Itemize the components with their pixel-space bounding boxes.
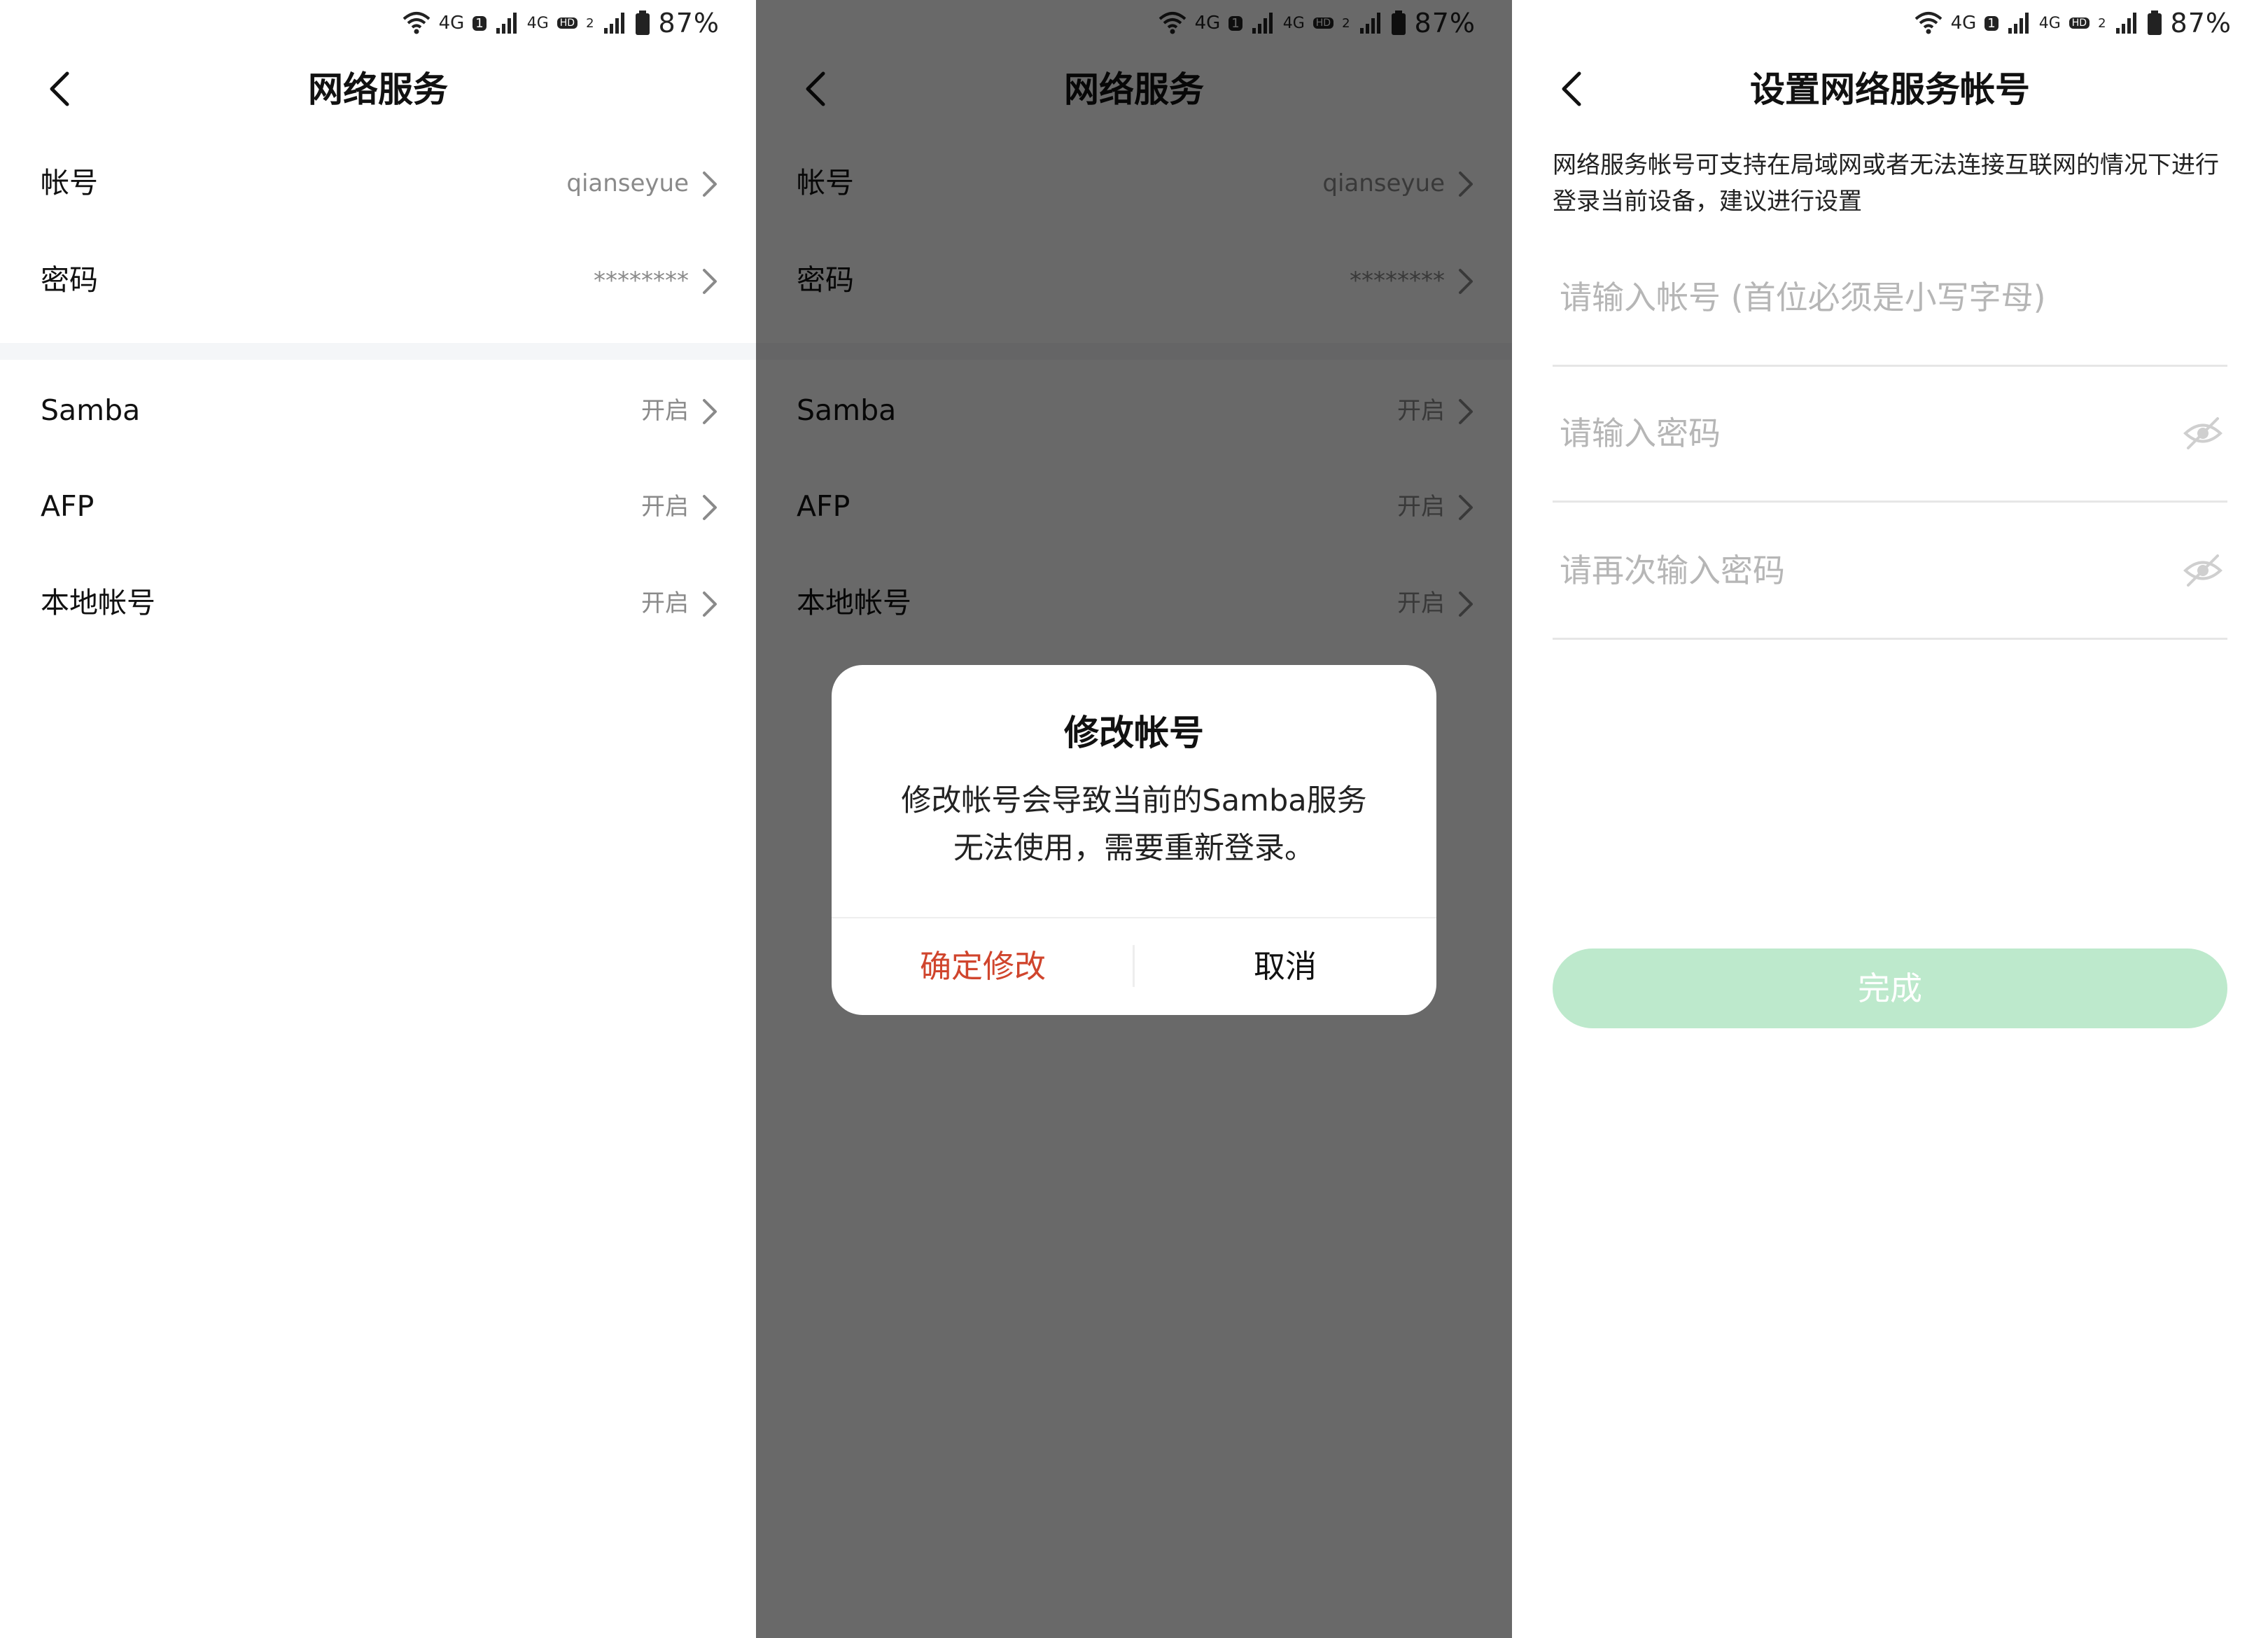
confirm-password-field: [1553, 503, 2227, 640]
battery-icon: [2147, 10, 2162, 35]
password-input[interactable]: [1560, 365, 2162, 500]
password-field: [1553, 365, 2227, 503]
change-account-dialog: 修改帐号 修改帐号会导致当前的Samba服务 无法使用，需要重新登录。 确定修改…: [832, 665, 1436, 1015]
status-bar: 4G 1 4G HD 2 87%: [0, 0, 756, 43]
signal-icon: [2008, 13, 2029, 34]
dialog-message-line: 修改帐号会导致当前的Samba服务: [901, 783, 1367, 818]
hd-badge: HD: [556, 18, 578, 29]
eye-off-icon[interactable]: [2183, 550, 2223, 591]
row-label: AFP: [41, 489, 94, 523]
sim-2-label: 2: [2098, 15, 2106, 31]
local-account-row[interactable]: 本地帐号 开启: [0, 556, 756, 651]
hd-badge: HD: [2068, 18, 2090, 29]
page-title: 设置网络服务帐号: [1750, 69, 2030, 110]
password-row[interactable]: 密码 ********: [0, 234, 756, 328]
chevron-right-icon: [703, 399, 717, 424]
top-bar: 设置网络服务帐号: [1512, 49, 2268, 130]
row-label: 本地帐号: [41, 586, 155, 620]
status-bar: 4G 1 4G HD 2 87%: [1512, 0, 2268, 43]
setup-description: 网络服务帐号可支持在局域网或者无法连接互联网的情况下进行登录当前设备，建议进行设…: [1553, 151, 2219, 216]
network-label-1: 4G: [1950, 13, 1977, 34]
account-setup-screen: 4G 1 4G HD 2 87% 设置网络服务帐号 网络服务帐号可支持在局域网或…: [1512, 0, 2268, 1638]
row-label: 密码: [41, 263, 98, 297]
dialog-message-line: 无法使用，需要重新登录。: [953, 831, 1315, 866]
battery-percent: 87%: [2170, 8, 2232, 38]
account-row[interactable]: 帐号 qianseyue: [0, 136, 756, 231]
account-field: [1553, 230, 2227, 367]
row-value: 开启: [641, 589, 689, 617]
row-label: 帐号: [41, 166, 98, 200]
network-label-1: 4G: [438, 13, 465, 34]
top-bar: 网络服务: [0, 49, 756, 130]
eye-off-icon[interactable]: [2183, 413, 2223, 454]
battery-icon: [635, 10, 650, 35]
network-label-2: 4G: [2038, 14, 2061, 32]
row-value: 开启: [641, 397, 689, 425]
signal-icon: [603, 13, 624, 34]
sim-1-badge: 1: [472, 15, 486, 31]
afp-row[interactable]: AFP 开启: [0, 460, 756, 554]
dialog-title: 修改帐号: [1064, 713, 1204, 753]
row-label: Samba: [41, 393, 141, 427]
confirm-change-button[interactable]: 确定修改: [832, 918, 1134, 1015]
page-title: 网络服务: [308, 69, 448, 110]
network-label-2: 4G: [526, 14, 549, 32]
wifi-icon: [1914, 12, 1942, 34]
signal-icon: [2115, 13, 2136, 34]
battery-percent: 87%: [658, 8, 720, 38]
network-services-screen: 4G 1 4G HD 2 87% 网络服务 帐号 qianseyue 密码 **…: [0, 0, 756, 1638]
cancel-button[interactable]: 取消: [1134, 918, 1436, 1015]
section-divider: [0, 343, 756, 360]
row-value: qianseyue: [566, 169, 689, 197]
sim-1-badge: 1: [1984, 15, 1998, 31]
chevron-right-icon: [703, 269, 717, 294]
chevron-right-icon: [703, 495, 717, 520]
account-input[interactable]: [1560, 230, 2162, 365]
wifi-icon: [402, 12, 430, 34]
signal-icon: [496, 13, 517, 34]
dialog-message: 修改帐号会导致当前的Samba服务 无法使用，需要重新登录。: [874, 777, 1394, 872]
chevron-right-icon: [703, 592, 717, 617]
samba-row[interactable]: Samba 开启: [0, 364, 756, 458]
sim-2-label: 2: [586, 15, 594, 31]
done-button[interactable]: 完成: [1553, 948, 2227, 1028]
network-services-dialog-screen: 4G 1 4G HD 2 87% 网络服务 帐号 qianseyue 密码 **…: [756, 0, 1512, 1638]
row-value: 开启: [641, 493, 689, 521]
confirm-password-input[interactable]: [1560, 503, 2162, 638]
chevron-right-icon: [703, 172, 717, 197]
row-value: ********: [594, 267, 689, 295]
